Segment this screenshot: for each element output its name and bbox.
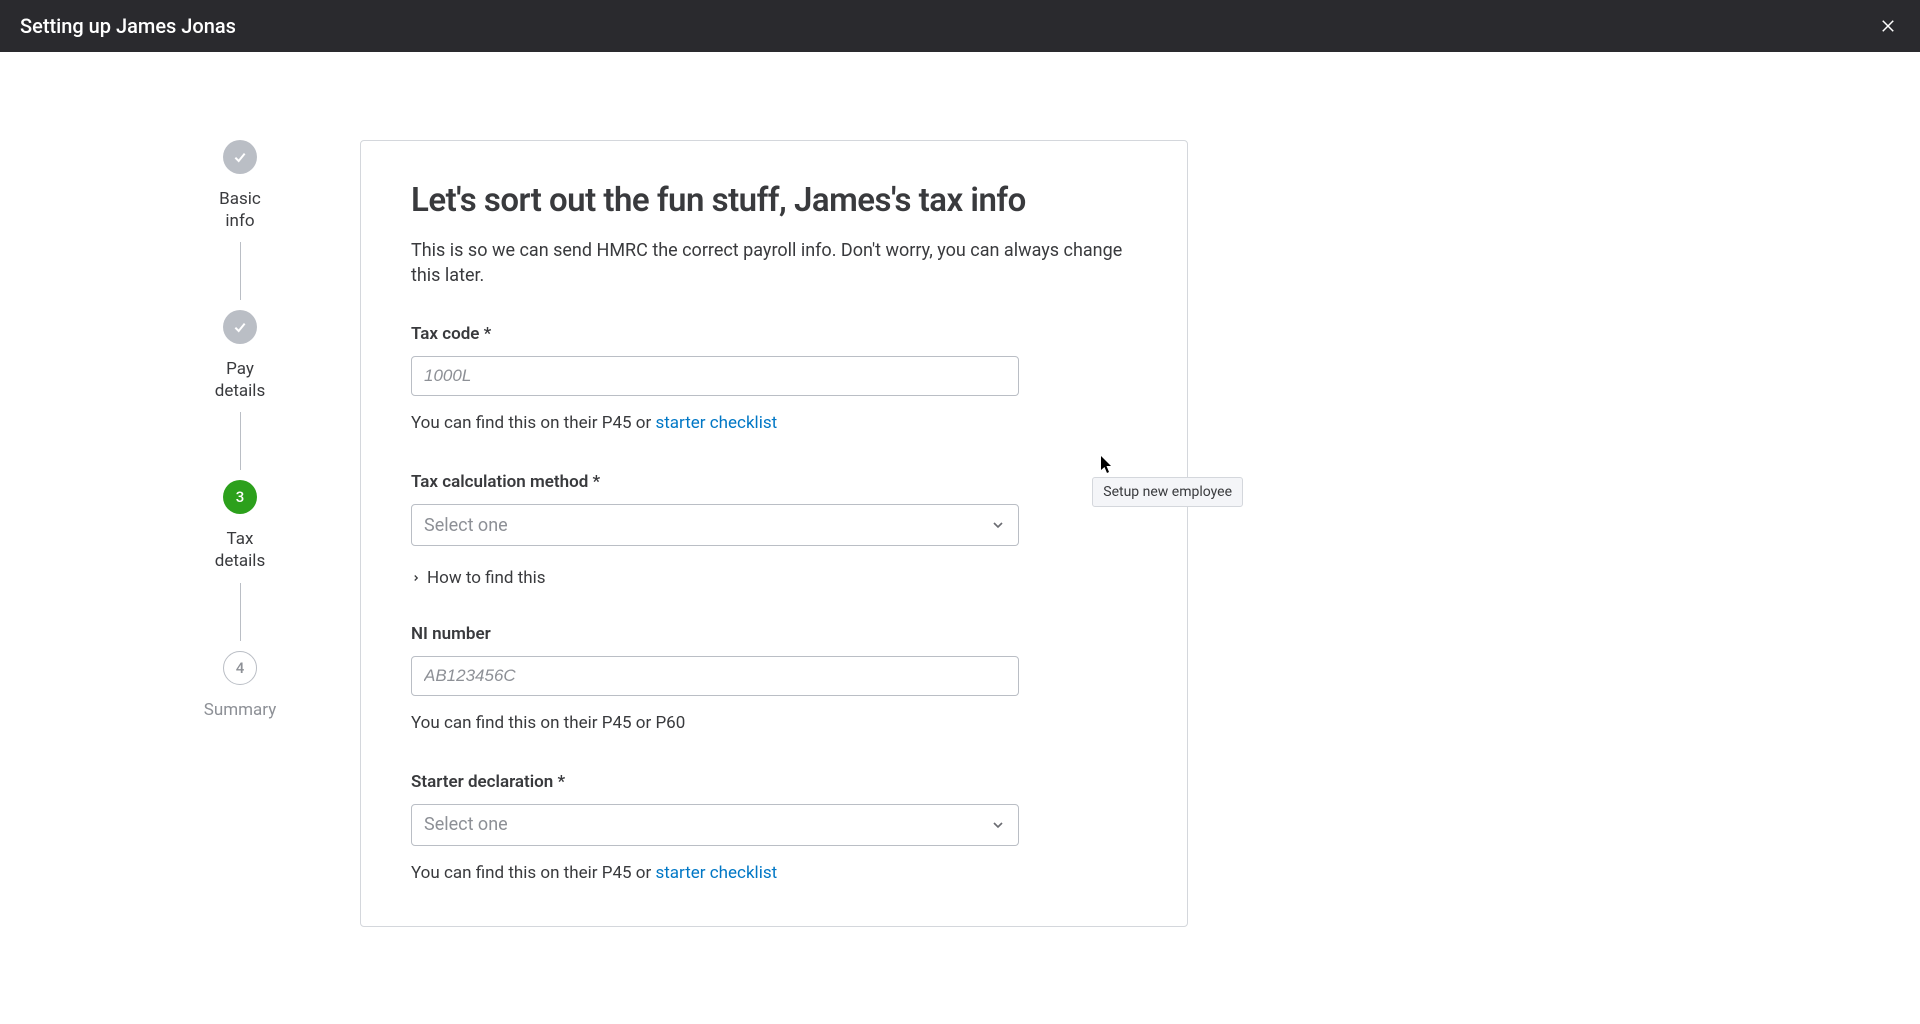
ni-number-group: NI number You can find this on their P45…	[411, 624, 1137, 736]
step-label: Basic info	[219, 188, 261, 232]
step-connector	[240, 242, 241, 300]
tax-code-help: You can find this on their P45 or starte…	[411, 412, 1137, 436]
step-circle-pending: 4	[223, 651, 257, 685]
main-container: Basic info Pay details 3 Tax deta	[0, 52, 1920, 927]
starter-declaration-label: Starter declaration *	[411, 772, 1137, 792]
step-pay-details[interactable]: Pay details	[215, 310, 265, 402]
panel-title: Let's sort out the fun stuff, James's ta…	[411, 181, 1137, 220]
how-to-find-toggle[interactable]: How to find this	[411, 568, 1137, 588]
modal-title: Setting up James Jonas	[20, 14, 236, 38]
starter-declaration-select[interactable]: Select one	[411, 804, 1019, 846]
starter-checklist-link[interactable]: starter checklist	[655, 413, 777, 433]
tax-code-group: Tax code * You can find this on their P4…	[411, 324, 1137, 436]
panel-description: This is so we can send HMRC the correct …	[411, 238, 1137, 288]
close-icon	[1879, 17, 1897, 35]
step-label: Summary	[204, 699, 276, 721]
tax-code-input[interactable]	[411, 356, 1019, 396]
ni-number-help: You can find this on their P45 or P60	[411, 712, 1137, 736]
starter-checklist-link[interactable]: starter checklist	[655, 863, 777, 883]
step-tax-details[interactable]: 3 Tax details	[215, 480, 265, 572]
chevron-down-icon	[990, 817, 1006, 833]
close-button[interactable]	[1876, 14, 1900, 38]
check-icon	[232, 319, 248, 335]
tax-calc-method-group: Tax calculation method * Select one How …	[411, 472, 1137, 588]
starter-declaration-group: Starter declaration * Select one You can…	[411, 772, 1137, 886]
ni-number-label: NI number	[411, 624, 1137, 644]
check-icon	[232, 149, 248, 165]
select-placeholder: Select one	[424, 814, 508, 835]
modal-header: Setting up James Jonas	[0, 0, 1920, 52]
step-circle-completed	[223, 310, 257, 344]
step-connector	[240, 583, 241, 641]
starter-declaration-help: You can find this on their P45 or starte…	[411, 862, 1137, 886]
step-label: Pay details	[215, 358, 265, 402]
step-circle-active: 3	[223, 480, 257, 514]
step-summary: 4 Summary	[204, 651, 276, 721]
step-circle-completed	[223, 140, 257, 174]
select-placeholder: Select one	[424, 515, 508, 536]
chevron-down-icon	[990, 517, 1006, 533]
tax-calc-method-select[interactable]: Select one	[411, 504, 1019, 546]
tax-calc-method-label: Tax calculation method *	[411, 472, 1137, 492]
form-panel: Let's sort out the fun stuff, James's ta…	[360, 140, 1188, 927]
tooltip: Setup new employee	[1092, 477, 1243, 507]
progress-stepper: Basic info Pay details 3 Tax deta	[200, 140, 280, 927]
tax-code-label: Tax code *	[411, 324, 1137, 344]
step-connector	[240, 412, 241, 470]
step-basic-info[interactable]: Basic info	[219, 140, 261, 232]
step-label: Tax details	[215, 528, 265, 572]
chevron-right-icon	[411, 573, 421, 583]
ni-number-input[interactable]	[411, 656, 1019, 696]
